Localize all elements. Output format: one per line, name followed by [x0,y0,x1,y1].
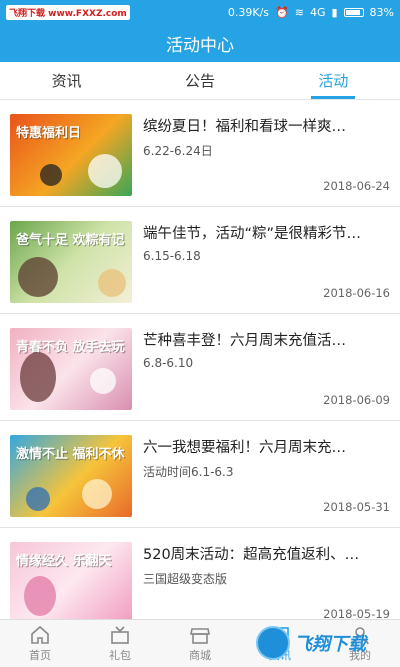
list-item[interactable]: 特惠福利日 缤纷夏日！福利和看球一样爽… 6.22-6.24日 2018-06-… [0,100,400,207]
tab-label: 活动 [318,72,349,90]
activity-date: 2018-05-19 [323,607,390,619]
status-watermark: 飞翔下载 www.FXXZ.com [6,4,130,20]
wifi-icon: ≋ [294,5,304,19]
list-item[interactable]: 青春不负 放手去玩 芒种喜丰登！六月周末充值活… 6.8-6.10 2018-0… [0,314,400,421]
watermark-text: 飞翔下载 [294,634,366,655]
nav-label: 礼包 [109,648,131,662]
tab-activities[interactable]: 活动 [267,62,400,99]
activity-info: 缤纷夏日！福利和看球一样爽… 6.22-6.24日 2018-06-24 [143,107,390,199]
activity-info: 端午佳节，活动“粽”是很精彩节… 6.15-6.18 2018-06-16 [143,214,390,306]
activity-thumbnail: 情缘经久 乐翻天 [10,542,132,619]
status-right: 0.39K/s ⏰ ≋ 4G ▮ 83% [228,6,394,19]
activity-date: 2018-05-31 [323,500,390,514]
nav-gift[interactable]: 礼包 [80,620,160,667]
watermark-circle-icon [256,626,290,660]
list-item[interactable]: 情缘经久 乐翻天 520周末活动：超高充值返利、… 三国超级变态版 2018-0… [0,528,400,619]
battery-icon [343,7,364,17]
home-icon [31,625,49,644]
activity-thumbnail: 激情不止 福利不休 [10,435,132,517]
activity-info: 六一我想要福利！六月周末充… 活动时间6.1-6.3 2018-05-31 [143,428,390,520]
battery-level: 83% [369,5,394,19]
nav-home[interactable]: 首页 [0,620,80,667]
alarm-icon: ⏰ [275,5,289,19]
activity-title: 端午佳节，活动“粽”是很精彩节… [143,226,362,242]
bottom-nav: 首页 礼包 商城 资讯 我的 飞翔下载 [0,619,400,667]
tab-news[interactable]: 资讯 [0,62,133,99]
watermark-logo: 飞翔下载 [256,623,394,663]
activity-thumbnail: 爸气十足 欢粽有记 [10,221,132,303]
page-title: 活动中心 [166,35,234,56]
list-item[interactable]: 激情不止 福利不休 六一我想要福利！六月周末充… 活动时间6.1-6.3 201… [0,421,400,528]
store-icon [190,627,210,644]
thumbnail-caption: 情缘经久 乐翻天 [16,554,112,569]
nav-label: 商城 [189,648,211,662]
activity-subtitle: 6.15-6.18 [143,249,201,263]
activity-subtitle: 活动时间6.1-6.3 [143,465,234,479]
activity-date: 2018-06-24 [323,179,390,193]
tab-announcements[interactable]: 公告 [133,62,266,99]
thumbnail-caption: 激情不止 福利不休 [16,447,125,462]
activity-date: 2018-06-09 [323,393,390,407]
activity-info: 芒种喜丰登！六月周末充值活… 6.8-6.10 2018-06-09 [143,321,390,413]
network-type: 4G [309,5,326,19]
thumbnail-caption: 爸气十足 欢粽有记 [16,233,125,248]
activity-title: 芒种喜丰登！六月周末充值活… [143,333,346,349]
tab-bar: 资讯 公告 活动 [0,62,400,100]
thumbnail-caption: 青春不负 放手去玩 [16,340,125,355]
list-item[interactable]: 爸气十足 欢粽有记 端午佳节，活动“粽”是很精彩节… 6.15-6.18 201… [0,207,400,314]
nav-store[interactable]: 商城 [160,620,240,667]
activity-info: 520周末活动：超高充值返利、… 三国超级变态版 2018-05-19 [143,535,390,619]
activity-date: 2018-06-16 [323,286,390,300]
signal-icon: ▮ [331,5,338,19]
title-bar: 活动中心 [0,24,400,62]
activity-title: 六一我想要福利！六月周末充… [143,440,346,456]
nav-label: 首页 [29,648,51,662]
activity-subtitle: 6.22-6.24日 [143,144,213,158]
gift-icon [111,625,129,644]
activity-subtitle: 6.8-6.10 [143,356,194,370]
thumbnail-caption: 特惠福利日 [16,126,82,141]
tab-label: 资讯 [51,72,82,90]
activity-thumbnail: 特惠福利日 [10,114,132,196]
activity-list[interactable]: 特惠福利日 缤纷夏日！福利和看球一样爽… 6.22-6.24日 2018-06-… [0,100,400,619]
network-speed: 0.39K/s [227,5,270,19]
activity-title: 缤纷夏日！福利和看球一样爽… [143,119,346,135]
status-bar: 飞翔下载 www.FXXZ.com 0.39K/s ⏰ ≋ 4G ▮ 83% [0,0,400,24]
activity-subtitle: 三国超级变态版 [143,572,228,586]
activity-title: 520周末活动：超高充值返利、… [143,547,360,563]
activity-thumbnail: 青春不负 放手去玩 [10,328,132,410]
tab-label: 公告 [184,72,215,90]
